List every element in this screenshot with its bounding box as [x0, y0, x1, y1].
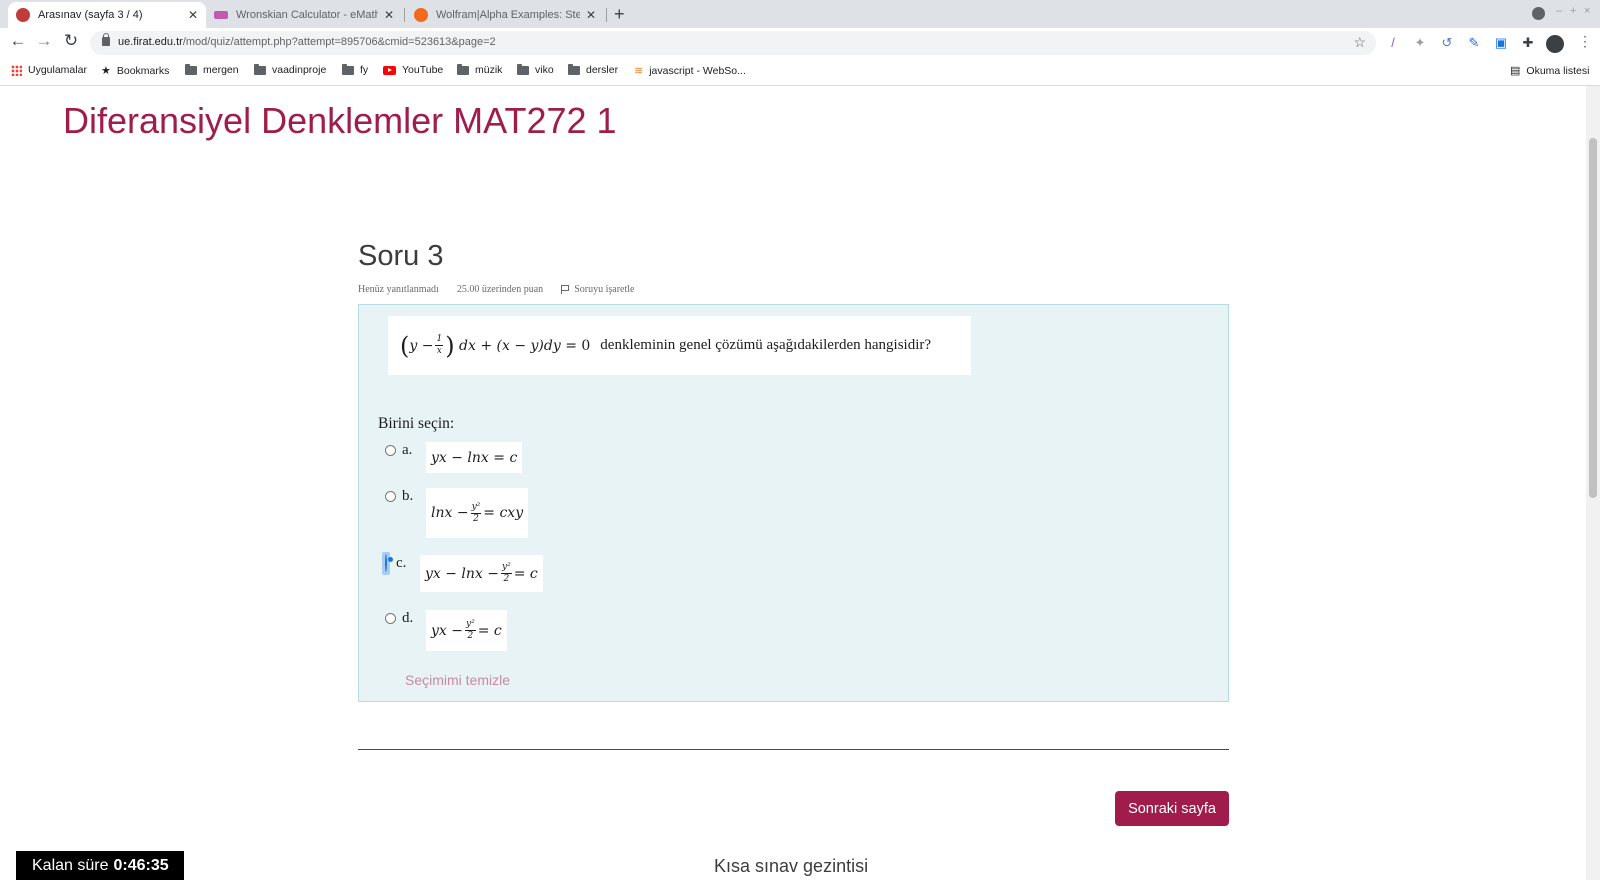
tab-title: Wronskian Calculator - eMathHe	[236, 9, 378, 21]
quiz-timer: Kalan süre 0:46:35	[16, 851, 184, 880]
close-icon[interactable]: ✕	[586, 8, 596, 22]
pen-extension-icon[interactable]: /	[1385, 35, 1401, 51]
option-a-radio[interactable]	[385, 445, 396, 456]
flag-icon	[561, 285, 570, 294]
option-b-formula[interactable]: lnx − y² 2 = cxy	[426, 488, 529, 538]
bookmark-star-icon[interactable]: ☆	[1353, 34, 1366, 51]
section-divider	[358, 749, 1229, 750]
browser-toolbar: ← → ↻ ue.firat.edu.tr/mod/quiz/attempt.p…	[0, 28, 1600, 58]
option-c-radio[interactable]	[385, 554, 387, 572]
close-icon[interactable]: ✕	[188, 8, 198, 22]
option-d-formula[interactable]: yx − y² 2 = c	[426, 610, 507, 651]
tab-separator	[404, 8, 405, 22]
tab-search-icon[interactable]	[1532, 7, 1545, 20]
option-d[interactable]: d. yx − y² 2 = c	[385, 610, 507, 651]
tab-wronskian[interactable]: Wronskian Calculator - eMathHe ✕	[206, 2, 402, 28]
folder-icon	[254, 63, 266, 75]
minimize-icon[interactable]: –	[1556, 5, 1562, 17]
option-c-formula[interactable]: yx − lnx − y² 2 = c	[420, 555, 543, 592]
timer-label: Kalan süre	[32, 856, 109, 874]
question-title: Soru 3	[358, 240, 444, 272]
tab-separator	[606, 8, 607, 22]
reading-list-icon: ▤	[1510, 65, 1521, 77]
question-status: Henüz yanıtlanmadı	[358, 284, 439, 295]
scrollbar-thumb[interactable]	[1589, 138, 1597, 498]
option-b-radio[interactable]	[385, 491, 396, 502]
bookmark-dersler[interactable]: dersler	[568, 63, 618, 76]
option-d-radio[interactable]	[385, 613, 396, 624]
option-letter: d.	[402, 610, 414, 626]
flag-question-link[interactable]: Soruyu işaretle	[561, 284, 634, 295]
answer-prompt: Birini seçin:	[378, 415, 455, 432]
option-letter: c.	[396, 555, 407, 571]
option-a[interactable]: a. yx − lnx = c	[385, 442, 523, 473]
page-content: Diferansiyel Denklemler MAT272 1 Soru 3 …	[0, 86, 1600, 880]
equation-image: (y −1 x) dx + (x − y)dy = 0	[400, 331, 591, 360]
clear-choice-link[interactable]: Seçimimi temizle	[405, 672, 510, 688]
folder-icon	[568, 63, 580, 75]
course-title: Diferansiyel Denklemler MAT272 1	[63, 100, 617, 141]
bookmark-javascript[interactable]: ≋ javascript - WebSo...	[634, 64, 746, 78]
option-b[interactable]: b. lnx − y² 2 = cxy	[385, 488, 529, 538]
reading-list[interactable]: ▤ Okuma listesi	[1510, 64, 1589, 78]
folder-icon	[457, 63, 469, 75]
bookmark-bookmarks[interactable]: ★ Bookmarks	[101, 64, 169, 78]
bookmark-vaadinproje[interactable]: vaadinproje	[254, 63, 326, 76]
bookmark-fy[interactable]: fy	[342, 63, 368, 76]
folder-icon	[342, 63, 354, 75]
youtube-icon	[383, 65, 396, 75]
option-letter: b.	[402, 488, 414, 504]
timer-value: 0:46:35	[113, 856, 169, 874]
address-bar[interactable]: ue.firat.edu.tr/mod/quiz/attempt.php?att…	[90, 31, 1376, 55]
bookmark-muzik[interactable]: müzik	[457, 63, 502, 76]
reload-icon[interactable]: ↻	[60, 31, 82, 51]
folder-icon	[517, 63, 529, 75]
profile-avatar[interactable]	[1546, 35, 1564, 53]
next-page-button[interactable]: Sonraki sayfa	[1115, 791, 1229, 826]
puzzle-extension-icon[interactable]: ✦	[1412, 35, 1428, 51]
back-arrow-icon[interactable]: ←	[7, 31, 29, 51]
lock-icon[interactable]	[102, 33, 110, 46]
maximize-icon[interactable]: +	[1570, 5, 1576, 17]
menu-dots-icon[interactable]: ⋮	[1578, 33, 1592, 50]
quiz-navigation-title: Kısa sınav gezintisi	[714, 856, 869, 876]
extensions-icon[interactable]: ✚	[1520, 35, 1536, 51]
bookmark-mergen[interactable]: mergen	[185, 63, 239, 76]
page-scrollbar[interactable]	[1586, 86, 1600, 880]
tab-title: Wolfram|Alpha Examples: Step-b	[436, 9, 580, 21]
tab-title: Arasınav (sayfa 3 / 4)	[38, 9, 143, 21]
bookmarks-bar: Uygulamalar ★ Bookmarks mergen vaadinproj…	[0, 58, 1600, 86]
stackoverflow-icon: ≋	[634, 65, 644, 77]
bookmark-apps[interactable]: Uygulamalar	[11, 64, 87, 76]
new-tab-plus-icon[interactable]: +	[614, 4, 625, 25]
window-close-icon[interactable]: ×	[1584, 5, 1590, 17]
tab-quiz[interactable]: Arasınav (sayfa 3 / 4) ✕	[8, 2, 206, 28]
moodle-favicon-icon	[16, 8, 30, 22]
bookmark-youtube[interactable]: YouTube	[383, 64, 443, 76]
option-c-radio-focus[interactable]	[382, 552, 390, 575]
question-text: (y −1 x) dx + (x − y)dy = 0 denkleminin g…	[388, 316, 971, 375]
sync-extension-icon[interactable]: ↺	[1439, 35, 1455, 51]
highlighter-extension-icon[interactable]: ✎	[1466, 35, 1482, 51]
star-icon: ★	[101, 65, 111, 77]
wolfram-favicon-icon	[414, 8, 428, 22]
folder-icon	[185, 63, 197, 75]
emathhelp-favicon-icon	[214, 11, 228, 19]
tab-strip: Arasınav (sayfa 3 / 4) ✕ Wronskian Calcu…	[0, 0, 1600, 28]
window-extension-icon[interactable]: ▣	[1493, 35, 1509, 51]
question-points: 25.00 üzerinden puan	[456, 284, 544, 295]
bookmark-viko[interactable]: viko	[517, 63, 554, 76]
url-text[interactable]: ue.firat.edu.tr/mod/quiz/attempt.php?att…	[118, 36, 496, 48]
tab-wolfram[interactable]: Wolfram|Alpha Examples: Step-b ✕	[406, 2, 604, 28]
question-formulation: (y −1 x) dx + (x − y)dy = 0 denkleminin g…	[358, 304, 1229, 702]
option-c[interactable]: c. yx − lnx − y² 2 = c	[382, 552, 543, 592]
apps-grid-icon	[11, 64, 22, 76]
option-letter: a.	[402, 442, 413, 458]
close-icon[interactable]: ✕	[384, 8, 394, 22]
question-info: Henüz yanıtlanmadı 25.00 üzerinden puan …	[358, 284, 634, 295]
option-a-formula[interactable]: yx − lnx = c	[426, 442, 523, 473]
forward-arrow-icon[interactable]: →	[33, 31, 55, 51]
